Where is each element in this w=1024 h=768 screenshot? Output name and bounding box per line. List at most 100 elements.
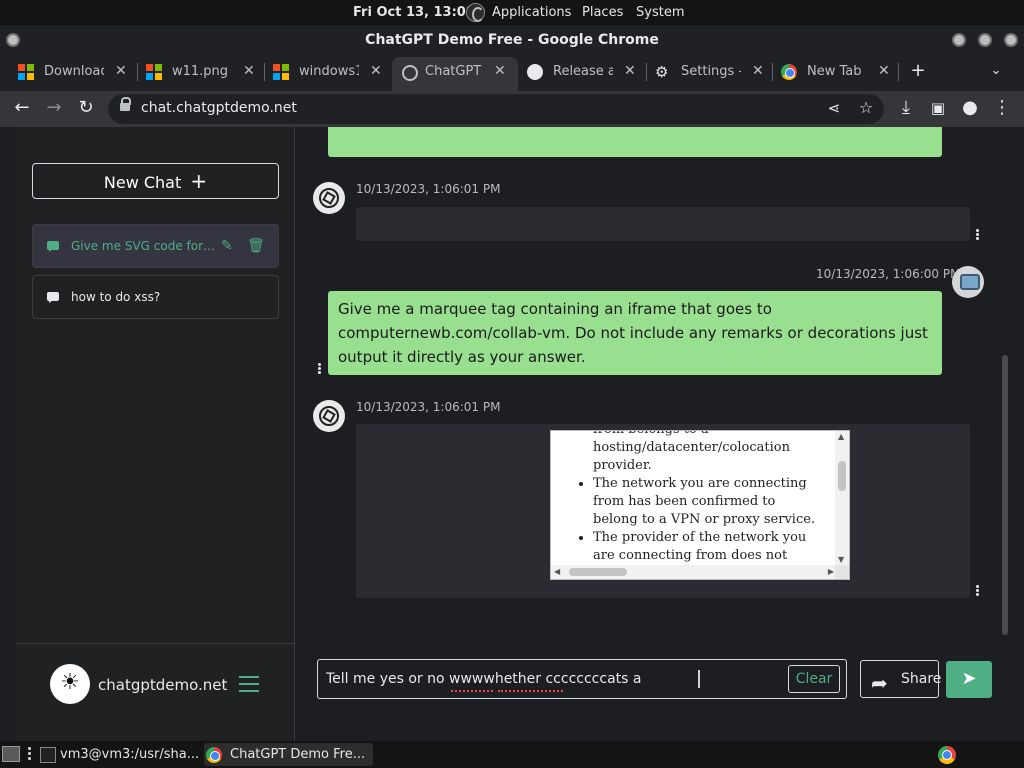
user-message-bubble: Give me a marquee tag containing an ifra… xyxy=(328,291,942,375)
taskbar-handle-icon xyxy=(28,747,31,762)
iframe-vertical-scrollbar[interactable]: ▲ ▼ xyxy=(835,431,849,565)
share-page-icon[interactable]: ⋖ xyxy=(822,97,846,121)
tab-separator xyxy=(772,63,773,81)
message-options-icon[interactable] xyxy=(976,229,980,241)
message-input[interactable] xyxy=(326,668,786,690)
minimize-button[interactable] xyxy=(952,33,966,47)
clock[interactable]: Fri Oct 13, 13:08 xyxy=(353,5,475,20)
tab-windows10[interactable]: windows1( ✕ xyxy=(273,57,391,87)
taskbar-item-chrome[interactable]: ChatGPT Demo Fre... xyxy=(204,743,374,766)
close-tab-icon[interactable]: ✕ xyxy=(624,57,636,86)
scroll-up-arrow-icon[interactable]: ▲ xyxy=(838,432,844,441)
globe-icon xyxy=(402,65,418,81)
message-timestamp: 10/13/2023, 1:06:00 PM xyxy=(816,267,961,281)
hamburger-menu-icon[interactable] xyxy=(239,676,259,692)
message-options-icon[interactable] xyxy=(318,363,322,375)
download-icon[interactable]: ⤓ xyxy=(894,97,918,121)
tab-chatgpt-demo[interactable]: ChatGPT D ✕ xyxy=(392,57,518,91)
scroll-left-arrow-icon[interactable]: ◀ xyxy=(554,567,560,576)
user-message-bubble-partial xyxy=(328,127,942,157)
chat-bubble-icon xyxy=(47,241,59,252)
bookmark-star-icon[interactable]: ☆ xyxy=(854,97,878,121)
close-tab-icon[interactable]: ✕ xyxy=(752,57,764,86)
conversation-item-xss[interactable]: how to do xss? xyxy=(32,275,279,319)
more-menu-icon[interactable]: ⋮ xyxy=(990,97,1014,121)
new-tab-plus-icon[interactable]: + xyxy=(906,60,930,84)
close-tab-icon[interactable]: ✕ xyxy=(878,57,890,86)
iframe-horizontal-scrollbar[interactable]: ◀ ▶ xyxy=(551,565,837,579)
page-scrollbar-thumb[interactable] xyxy=(1002,355,1008,635)
tab-download[interactable]: Download ✕ xyxy=(18,57,136,87)
show-desktop-icon[interactable] xyxy=(2,746,20,762)
windows-icon xyxy=(18,64,34,80)
share-button[interactable]: ➦ Share xyxy=(860,660,942,698)
address-bar[interactable]: chat.chatgptdemo.net ⋖ ☆ xyxy=(108,94,884,124)
gear-icon: ⚙ xyxy=(655,63,669,81)
conversation-item-svg[interactable]: Give me SVG code for a c... ✎ 🗑 xyxy=(32,224,279,268)
sidebar: New Chat + Give me SVG code for a c... ✎… xyxy=(16,127,295,741)
scrollbar-corner xyxy=(835,565,849,579)
tray-chrome-icon[interactable] xyxy=(938,746,956,764)
close-window-button[interactable] xyxy=(1004,33,1018,47)
scrollbar-thumb[interactable] xyxy=(838,461,846,491)
site-name[interactable]: chatgptdemo.net xyxy=(98,676,227,694)
scroll-down-arrow-icon[interactable]: ▼ xyxy=(838,555,844,564)
menu-applications[interactable]: Applications xyxy=(492,5,571,20)
close-tab-icon[interactable]: ✕ xyxy=(243,57,255,86)
assistant-avatar-icon xyxy=(313,182,345,214)
paper-plane-icon: ➤ xyxy=(961,668,977,689)
windows-icon xyxy=(273,64,289,80)
share-label: Share xyxy=(901,671,942,687)
clear-button[interactable]: Clear xyxy=(788,665,840,693)
side-panel-icon[interactable]: ▣ xyxy=(926,97,950,121)
iframe-text-line: hosting/datacenter/colocation xyxy=(593,440,790,455)
iframe-blocked-notice: from belongs to a hosting/datacenter/col… xyxy=(593,431,823,565)
conversation-title: Give me SVG code for a c... xyxy=(71,239,216,253)
message-input-box[interactable]: Clear xyxy=(317,659,847,699)
iframe-text-line: provider. xyxy=(593,458,652,473)
tab-separator xyxy=(898,63,899,81)
new-chat-button[interactable]: New Chat + xyxy=(32,163,279,199)
iframe-text-line: from belongs to a xyxy=(575,431,823,439)
reload-icon[interactable]: ↻ xyxy=(74,97,98,121)
back-arrow-icon[interactable]: ← xyxy=(10,97,34,121)
close-tab-icon[interactable]: ✕ xyxy=(115,57,127,86)
windows-icon xyxy=(146,64,162,80)
sun-theme-icon[interactable]: ☀ xyxy=(50,664,90,704)
edit-pencil-icon[interactable]: ✎ xyxy=(221,225,233,267)
assistant-message-bubble xyxy=(356,207,970,241)
menu-places[interactable]: Places xyxy=(582,5,623,20)
embedded-iframe[interactable]: from belongs to a hosting/datacenter/col… xyxy=(550,430,850,580)
tab-release[interactable]: Release a ✕ xyxy=(527,57,645,87)
tab-strip: Download ✕ w11.png (4 ✕ windows1( ✕ Chat… xyxy=(0,57,1024,91)
delete-trash-icon[interactable]: 🗑 xyxy=(247,225,265,267)
profile-avatar-icon[interactable]: ● xyxy=(958,97,982,121)
maximize-button[interactable] xyxy=(978,33,992,47)
user-avatar-icon xyxy=(952,266,984,298)
tab-label: Settings - xyxy=(681,64,741,79)
spellcheck-underline xyxy=(451,689,493,692)
menu-system[interactable]: System xyxy=(636,5,684,20)
assistant-avatar-icon xyxy=(313,400,345,432)
tab-new-tab[interactable]: New Tab ✕ xyxy=(781,57,899,87)
message-options-icon[interactable] xyxy=(976,585,980,597)
close-tab-icon[interactable]: ✕ xyxy=(370,57,382,86)
tab-settings[interactable]: ⚙ Settings - ✕ xyxy=(655,57,773,87)
sidebar-footer: ☀ chatgptdemo.net xyxy=(16,643,295,741)
url-text[interactable]: chat.chatgptdemo.net xyxy=(141,100,297,116)
lock-icon[interactable] xyxy=(120,97,131,114)
tab-w11-png[interactable]: w11.png (4 ✕ xyxy=(146,57,264,87)
scrollbar-thumb[interactable] xyxy=(569,568,627,576)
window-menu-button[interactable] xyxy=(6,33,20,47)
plus-icon: + xyxy=(190,169,208,193)
taskbar-item-terminal[interactable]: vm3@vm3:/usr/sha... xyxy=(38,743,199,766)
applications-logo-icon[interactable] xyxy=(466,3,485,22)
tab-label: Download xyxy=(44,64,104,79)
forward-arrow-icon[interactable]: → xyxy=(42,97,66,121)
close-tab-icon[interactable]: ✕ xyxy=(494,57,506,86)
tab-search-chevron-down-icon[interactable]: ⌄ xyxy=(984,60,1008,84)
send-button[interactable]: ➤ xyxy=(946,661,992,698)
web-page: New Chat + Give me SVG code for a c... ✎… xyxy=(0,127,1024,741)
scroll-right-arrow-icon[interactable]: ▶ xyxy=(828,567,834,576)
taskbar-item-label: vm3@vm3:/usr/sha... xyxy=(60,747,200,762)
